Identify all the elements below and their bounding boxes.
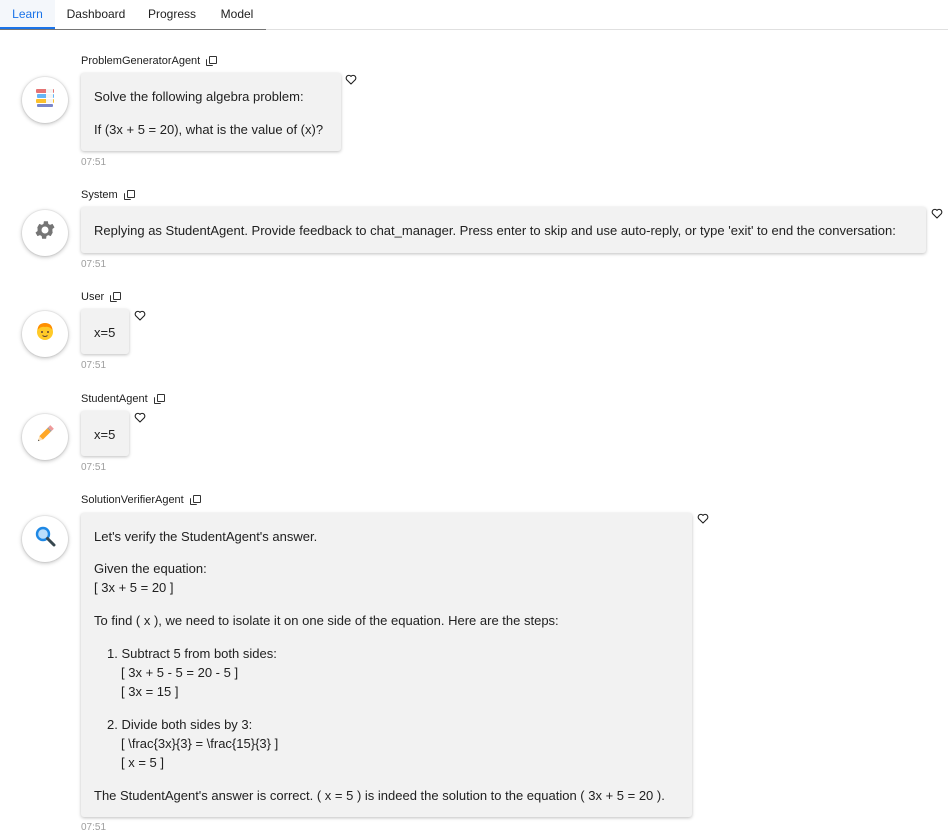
copy-icon[interactable] <box>110 291 122 303</box>
sender-name: StudentAgent <box>81 393 148 405</box>
message-text: The StudentAgent's answer is correct. ( … <box>94 788 665 803</box>
sender-name: ProblemGeneratorAgent <box>81 55 201 67</box>
message-text: Let's verify the StudentAgent's answer. <box>94 529 318 544</box>
copy-icon[interactable] <box>206 55 218 67</box>
tab-bar: Learn Dashboard Progress Model <box>0 0 948 30</box>
message-bubble: Let's verify the StudentAgent's answer. … <box>81 513 692 817</box>
sender-name: System <box>81 189 118 201</box>
sender-name: User <box>81 291 105 303</box>
message-sender: System <box>81 189 135 201</box>
child-face-icon <box>34 320 56 348</box>
message-text: Given the equation: <box>94 561 207 576</box>
message-timestamp: 07:51 <box>81 462 107 473</box>
tab-model[interactable]: Model <box>212 0 262 29</box>
copy-icon[interactable] <box>189 494 201 506</box>
avatar <box>22 210 68 256</box>
tab-learn[interactable]: Learn <box>0 0 55 29</box>
message-text: If (3x + 5 = 20), what is the value of (… <box>94 122 324 137</box>
message-timestamp: 07:51 <box>81 259 107 270</box>
heart-icon[interactable] <box>697 513 709 524</box>
message-text: x=5 <box>94 325 116 340</box>
message-bubble: Solve the following algebra problem: If … <box>81 73 341 151</box>
magnifier-icon <box>34 525 56 553</box>
heart-icon[interactable] <box>931 208 943 219</box>
message-timestamp: 07:51 <box>81 360 107 371</box>
message-text: Solve the following algebra problem: <box>94 89 304 104</box>
sender-name: SolutionVerifierAgent <box>81 494 184 506</box>
gear-icon <box>33 218 57 248</box>
message-sender: SolutionVerifierAgent <box>81 494 201 506</box>
message-timestamp: 07:51 <box>81 157 107 168</box>
heart-icon[interactable] <box>134 310 146 321</box>
message-text: x=5 <box>94 427 116 442</box>
equation: [ 3x + 5 - 5 = 20 - 5 ] <box>121 665 239 680</box>
copy-icon[interactable] <box>153 393 165 405</box>
heart-icon[interactable] <box>345 74 357 85</box>
message-bubble: Replying as StudentAgent. Provide feedba… <box>81 207 926 253</box>
avatar <box>22 311 68 357</box>
copy-icon[interactable] <box>123 189 135 201</box>
equation: [ x = 5 ] <box>121 755 164 770</box>
message-text: Replying as StudentAgent. Provide feedba… <box>94 223 896 238</box>
books-icon <box>34 86 56 114</box>
equation: [ \frac{3x}{3} = \frac{15}{3} ] <box>121 736 279 751</box>
tab-dashboard[interactable]: Dashboard <box>60 0 132 29</box>
step-title: 2. Divide both sides by 3: <box>107 717 253 732</box>
pencil-icon <box>34 423 56 451</box>
tab-progress[interactable]: Progress <box>142 0 202 29</box>
heart-icon[interactable] <box>134 412 146 423</box>
message-bubble: x=5 <box>81 309 129 354</box>
avatar <box>22 516 68 562</box>
equation: [ 3x = 15 ] <box>121 684 179 699</box>
message-sender: ProblemGeneratorAgent <box>81 55 218 67</box>
step-title: 1. Subtract 5 from both sides: <box>107 646 277 661</box>
avatar <box>22 414 68 460</box>
message-text: To find ( x ), we need to isolate it on … <box>94 613 559 628</box>
equation: [ 3x + 5 = 20 ] <box>94 580 174 595</box>
message-sender: StudentAgent <box>81 393 165 405</box>
tab-strip: Learn Dashboard Progress Model <box>0 0 266 30</box>
message-sender: User <box>81 291 122 303</box>
message-bubble: x=5 <box>81 411 129 456</box>
steps-list: 1. Subtract 5 from both sides: [ 3x + 5 … <box>94 644 679 772</box>
avatar <box>22 77 68 123</box>
